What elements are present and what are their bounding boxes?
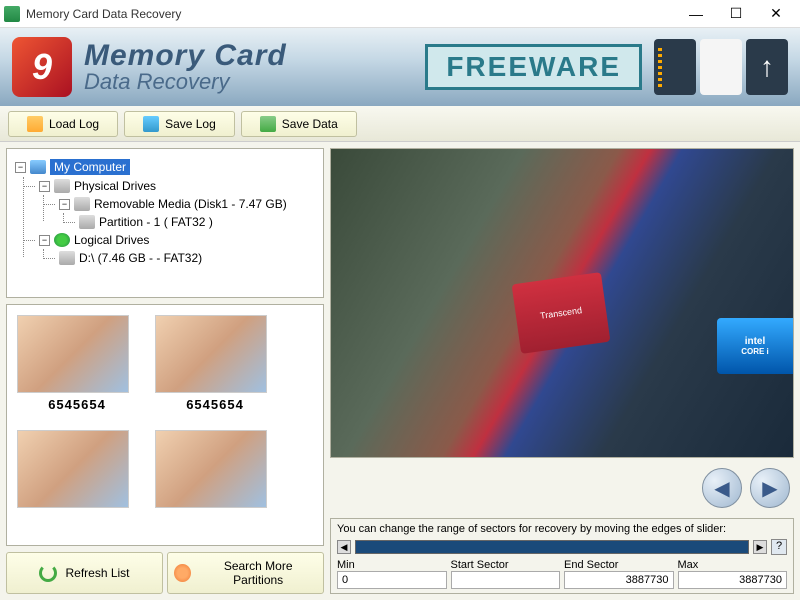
header-title-line1: Memory Card — [84, 39, 425, 73]
thumbnails-panel: 6545654 6545654 — [6, 304, 324, 546]
load-log-button[interactable]: Load Log — [8, 111, 118, 137]
search-label: Search More Partitions — [199, 559, 317, 587]
memory-stick-icon — [700, 39, 742, 95]
expander-icon[interactable]: − — [15, 162, 26, 173]
app-header: 9 Memory Card Data Recovery FREEWARE — [0, 28, 800, 106]
thumbnail-image — [155, 430, 267, 508]
tree-drive-d-label: D:\ (7.46 GB - - FAT32) — [79, 251, 202, 265]
minimize-button[interactable]: — — [676, 0, 716, 28]
tree-removable-label: Removable Media (Disk1 - 7.47 GB) — [94, 197, 287, 211]
drive-icon — [54, 179, 70, 193]
thumbnail-item[interactable] — [17, 430, 137, 512]
freeware-badge: FREEWARE — [425, 44, 642, 90]
start-sector-input[interactable] — [451, 571, 561, 589]
tree-root[interactable]: − My Computer — [15, 157, 315, 177]
thumbnail-image — [17, 315, 129, 393]
tree-removable-media[interactable]: − Removable Media (Disk1 - 7.47 GB) — [55, 195, 315, 213]
sector-slider[interactable] — [355, 540, 749, 554]
tree-drive-d[interactable]: D:\ (7.46 GB - - FAT32) — [55, 249, 315, 267]
app-icon — [4, 6, 20, 22]
min-sector-input[interactable] — [337, 571, 447, 589]
load-log-icon — [27, 116, 43, 132]
tree-root-label: My Computer — [50, 159, 130, 175]
refresh-icon — [39, 564, 57, 582]
max-sector-input[interactable] — [678, 571, 788, 589]
refresh-list-button[interactable]: Refresh List — [6, 552, 163, 594]
expander-icon[interactable]: − — [39, 235, 50, 246]
tree-physical-label: Physical Drives — [74, 179, 156, 193]
end-label: End Sector — [564, 559, 674, 571]
save-log-button[interactable]: Save Log — [124, 111, 235, 137]
save-data-label: Save Data — [282, 117, 338, 131]
min-label: Min — [337, 559, 447, 571]
tree-logical-drives[interactable]: − Logical Drives — [35, 231, 315, 249]
help-button[interactable]: ? — [771, 539, 787, 555]
card-icons — [654, 39, 788, 95]
drive-icon — [59, 251, 75, 265]
load-log-label: Load Log — [49, 117, 99, 131]
titlebar: Memory Card Data Recovery — ☐ ✕ — [0, 0, 800, 28]
computer-icon — [30, 160, 46, 174]
maximize-button[interactable]: ☐ — [716, 0, 756, 28]
thumbnail-image — [155, 315, 267, 393]
thumbnail-label: 6545654 — [155, 397, 275, 412]
logo-icon: 9 — [12, 37, 72, 97]
preview-image: Transcend intel CORE i — [330, 148, 794, 458]
sector-range-panel: You can change the range of sectors for … — [330, 518, 794, 594]
tree-physical-drives[interactable]: − Physical Drives — [35, 177, 315, 195]
thumbnail-item[interactable] — [155, 430, 275, 512]
start-label: Start Sector — [451, 559, 561, 571]
main-area: − My Computer − Physical Drives − Remova… — [0, 142, 800, 600]
max-label: Max — [678, 559, 788, 571]
thumbnail-label: 6545654 — [17, 397, 137, 412]
tree-logical-label: Logical Drives — [74, 233, 149, 247]
slider-right-arrow[interactable]: ▶ — [753, 540, 767, 554]
intel-sticker: intel CORE i — [717, 318, 793, 374]
tree-partition-label: Partition - 1 ( FAT32 ) — [99, 215, 213, 229]
end-sector-input[interactable] — [564, 571, 674, 589]
search-partitions-button[interactable]: Search More Partitions — [167, 552, 324, 594]
logical-drives-icon — [54, 233, 70, 247]
sd-card-icon — [654, 39, 696, 95]
sd-card-graphic: Transcend — [511, 272, 610, 354]
prev-arrow-button[interactable]: ◀ — [702, 468, 742, 508]
tree-partition[interactable]: Partition - 1 ( FAT32 ) — [75, 213, 315, 231]
upload-icon — [746, 39, 788, 95]
search-icon — [174, 564, 191, 582]
save-data-icon — [260, 116, 276, 132]
drive-tree-panel: − My Computer − Physical Drives − Remova… — [6, 148, 324, 298]
refresh-label: Refresh List — [65, 566, 129, 580]
sector-hint-text: You can change the range of sectors for … — [337, 523, 787, 535]
thumbnail-item[interactable]: 6545654 — [155, 315, 275, 412]
toolbar: Load Log Save Log Save Data — [0, 106, 800, 142]
partition-icon — [79, 215, 95, 229]
save-log-label: Save Log — [165, 117, 216, 131]
save-data-button[interactable]: Save Data — [241, 111, 357, 137]
thumbnail-image — [17, 430, 129, 508]
thumbnail-item[interactable]: 6545654 — [17, 315, 137, 412]
save-log-icon — [143, 116, 159, 132]
expander-icon[interactable]: − — [39, 181, 50, 192]
expander-icon[interactable]: − — [59, 199, 70, 210]
next-arrow-button[interactable]: ▶ — [750, 468, 790, 508]
slider-left-arrow[interactable]: ◀ — [337, 540, 351, 554]
window-title: Memory Card Data Recovery — [26, 7, 676, 21]
close-button[interactable]: ✕ — [756, 0, 796, 28]
drive-icon — [74, 197, 90, 211]
